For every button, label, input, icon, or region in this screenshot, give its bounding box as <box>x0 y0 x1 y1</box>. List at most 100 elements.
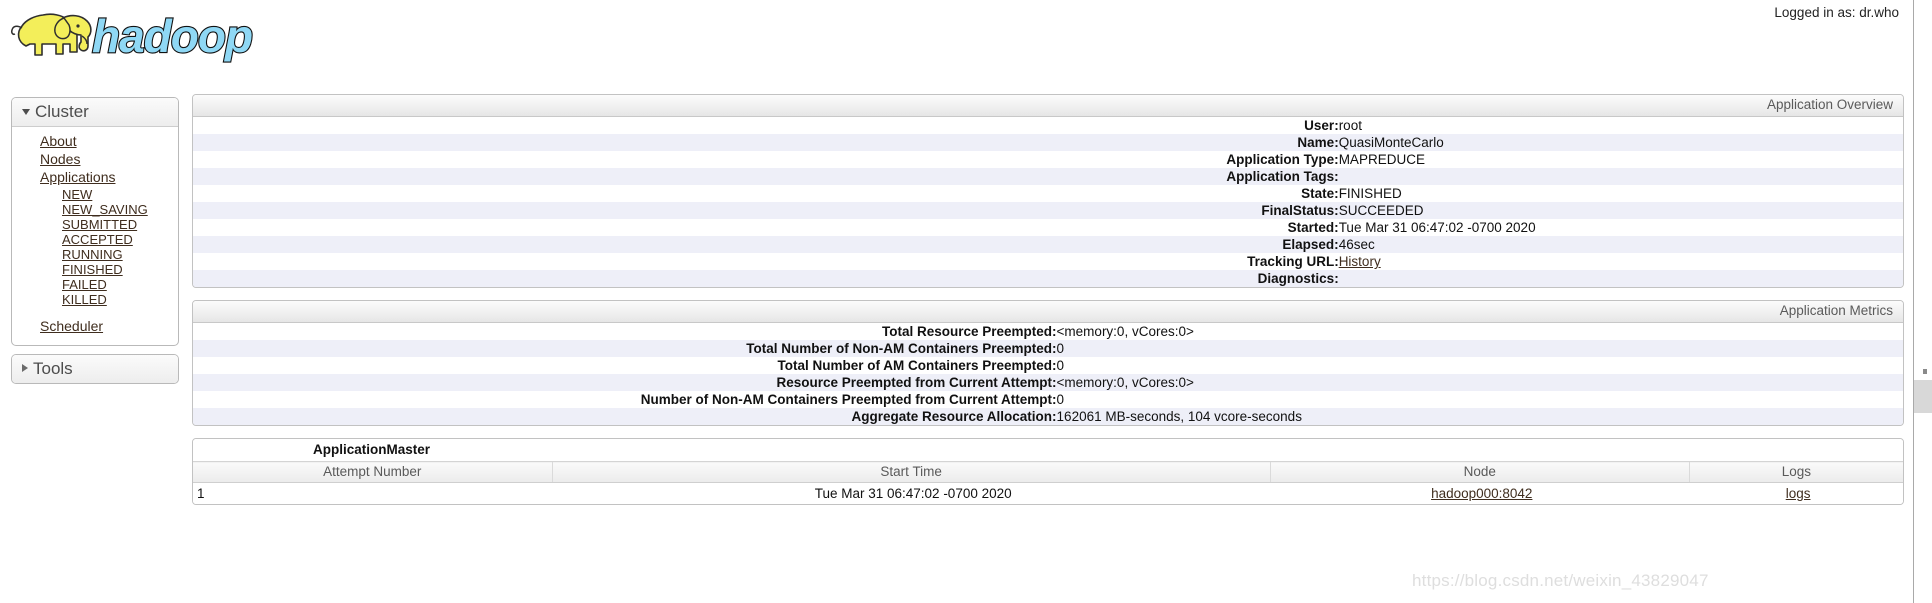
overview-label-elapsed: Elapsed: <box>1282 237 1339 252</box>
sidebar-item-applications[interactable]: Applications <box>12 169 116 185</box>
overview-value-final-status: SUCCEEDED <box>1338 203 1424 218</box>
application-master-caption: ApplicationMaster <box>193 439 1903 461</box>
node-link[interactable]: hadoop000:8042 <box>1431 486 1532 501</box>
application-master-panel: ApplicationMaster Attempt Number Start T… <box>192 438 1904 505</box>
cell-start-time: Tue Mar 31 06:47:02 -0700 2020 <box>552 482 1271 504</box>
column-header-start-time[interactable]: Start Time <box>551 461 1271 483</box>
column-header-node[interactable]: Node <box>1269 461 1690 483</box>
metrics-label-aggregate-resource-allocation: Aggregate Resource Allocation: <box>851 409 1057 424</box>
overview-value-application-type: MAPREDUCE <box>1338 152 1425 167</box>
application-overview-table: User: root Name: QuasiMonteCarlo Applica… <box>193 117 1903 287</box>
sidebar-header-tools-label: Tools <box>33 359 73 378</box>
table-row: Total Number of Non-AM Containers Preemp… <box>193 340 1903 357</box>
vertical-scrollbar[interactable] <box>1914 0 1932 603</box>
table-row: User: root <box>193 117 1903 134</box>
overview-value-diagnostics <box>1339 270 1903 287</box>
yarn-resourcemanager-page: hadoop Logged in as: dr.who Cluster Abou… <box>0 0 1932 603</box>
application-metrics-table: Total Resource Preempted: <memory:0, vCo… <box>193 323 1903 425</box>
tracking-url-history-link[interactable]: History <box>1339 254 1381 269</box>
cell-logs: logs <box>1689 482 1903 504</box>
sidebar-block-cluster: Cluster About Nodes Applications NEW NEW… <box>11 97 179 346</box>
table-row: Diagnostics: <box>193 270 1903 287</box>
sidebar-header-tools[interactable]: Tools <box>12 355 178 383</box>
metrics-value-total-non-am-containers-preempted: 0 <box>1056 341 1065 356</box>
application-overview-heading: Application Overview <box>193 95 1903 117</box>
table-row: Resource Preempted from Current Attempt:… <box>193 374 1903 391</box>
sidebar-item-finished[interactable]: FINISHED <box>12 262 123 277</box>
application-metrics-panel: Application Metrics Total Resource Preem… <box>192 300 1904 426</box>
table-header-row: Attempt Number Start Time Node Logs <box>193 461 1903 483</box>
overview-value-started: Tue Mar 31 06:47:02 -0700 2020 <box>1338 220 1536 235</box>
application-master-table: ApplicationMaster Attempt Number Start T… <box>193 439 1903 504</box>
table-row: Application Tags: <box>193 168 1903 185</box>
sidebar-cluster-items: About Nodes Applications NEW NEW_SAVING … <box>12 127 178 345</box>
overview-value-state: FINISHED <box>1338 186 1402 201</box>
sidebar-block-tools: Tools <box>11 354 179 384</box>
sidebar-item-running[interactable]: RUNNING <box>12 247 123 262</box>
metrics-value-resource-preempted-current-attempt: <memory:0, vCores:0> <box>1056 375 1194 390</box>
sidebar-item-new[interactable]: NEW <box>12 187 92 202</box>
overview-value-application-tags <box>1339 168 1903 185</box>
column-header-logs[interactable]: Logs <box>1688 461 1903 483</box>
logged-in-status: Logged in as: dr.who <box>1774 5 1899 20</box>
metrics-label-resource-preempted-current-attempt: Resource Preempted from Current Attempt: <box>776 375 1057 390</box>
overview-value-tracking-url: History <box>1339 253 1903 270</box>
table-row: Number of Non-AM Containers Preempted fr… <box>193 391 1903 408</box>
sidebar-item-submitted[interactable]: SUBMITTED <box>12 217 137 232</box>
sidebar-header-cluster[interactable]: Cluster <box>12 98 178 127</box>
svg-text:hadoop: hadoop <box>92 10 252 62</box>
metrics-label-total-am-containers-preempted: Total Number of AM Containers Preempted: <box>777 358 1057 373</box>
overview-value-user: root <box>1338 118 1362 133</box>
application-overview-panel: Application Overview User: root Name: Qu… <box>192 94 1904 288</box>
sidebar: Cluster About Nodes Applications NEW NEW… <box>11 97 179 392</box>
scrollbar-marker-icon <box>1923 369 1927 374</box>
cell-node: hadoop000:8042 <box>1270 482 1690 504</box>
table-row: State: FINISHED <box>193 185 1903 202</box>
overview-label-diagnostics: Diagnostics: <box>1257 271 1339 286</box>
overview-value-elapsed: 46sec <box>1338 237 1375 252</box>
overview-label-tracking-url: Tracking URL: <box>1247 254 1339 269</box>
watermark-text: https://blog.csdn.net/weixin_43829047 <box>1412 571 1709 590</box>
sidebar-item-accepted[interactable]: ACCEPTED <box>12 232 133 247</box>
sidebar-item-about[interactable]: About <box>12 133 77 149</box>
main-content: Application Overview User: root Name: Qu… <box>192 94 1904 505</box>
metrics-label-non-am-containers-preempted-current-attempt: Number of Non-AM Containers Preempted fr… <box>640 392 1057 407</box>
table-row: Started: Tue Mar 31 06:47:02 -0700 2020 <box>193 219 1903 236</box>
sidebar-item-failed[interactable]: FAILED <box>12 277 107 292</box>
overview-label-application-type: Application Type: <box>1226 152 1339 167</box>
table-row: Aggregate Resource Allocation: 162061 MB… <box>193 408 1903 425</box>
chevron-right-icon <box>22 364 28 372</box>
overview-label-name: Name: <box>1297 135 1339 150</box>
cell-attempt-number: 1 <box>193 482 553 504</box>
table-row: FinalStatus: SUCCEEDED <box>193 202 1903 219</box>
metrics-value-aggregate-resource-allocation: 162061 MB-seconds, 104 vcore-seconds <box>1056 409 1302 424</box>
metrics-value-total-am-containers-preempted: 0 <box>1056 358 1065 373</box>
table-row: Elapsed: 46sec <box>193 236 1903 253</box>
metrics-label-total-resource-preempted: Total Resource Preempted: <box>882 324 1057 339</box>
overview-label-user: User: <box>1304 118 1339 133</box>
logs-link[interactable]: logs <box>1786 486 1811 501</box>
sidebar-item-scheduler[interactable]: Scheduler <box>12 318 103 334</box>
column-header-attempt-number[interactable]: Attempt Number <box>193 461 553 483</box>
hadoop-logo[interactable]: hadoop <box>8 2 298 70</box>
metrics-value-non-am-containers-preempted-current-attempt: 0 <box>1056 392 1065 407</box>
metrics-label-total-non-am-containers-preempted: Total Number of Non-AM Containers Preemp… <box>746 341 1057 356</box>
metrics-value-total-resource-preempted: <memory:0, vCores:0> <box>1056 324 1194 339</box>
vertical-scrollbar-thumb[interactable] <box>1914 380 1932 413</box>
sidebar-header-cluster-label: Cluster <box>35 102 89 121</box>
overview-label-started: Started: <box>1287 220 1339 235</box>
application-metrics-heading: Application Metrics <box>193 301 1903 323</box>
table-row: Total Resource Preempted: <memory:0, vCo… <box>193 323 1903 340</box>
overview-label-final-status: FinalStatus: <box>1261 203 1339 218</box>
overview-label-application-tags: Application Tags: <box>1226 169 1339 184</box>
overview-label-state: State: <box>1301 186 1339 201</box>
table-row: Total Number of AM Containers Preempted:… <box>193 357 1903 374</box>
overview-value-name: QuasiMonteCarlo <box>1338 135 1444 150</box>
table-row: Application Type: MAPREDUCE <box>193 151 1903 168</box>
table-row: Tracking URL: History <box>193 253 1903 270</box>
sidebar-item-nodes[interactable]: Nodes <box>12 151 80 167</box>
sidebar-item-new-saving[interactable]: NEW_SAVING <box>12 202 148 217</box>
table-row: Name: QuasiMonteCarlo <box>193 134 1903 151</box>
sidebar-item-killed[interactable]: KILLED <box>12 292 107 307</box>
page-header: hadoop Logged in as: dr.who <box>0 0 1913 72</box>
